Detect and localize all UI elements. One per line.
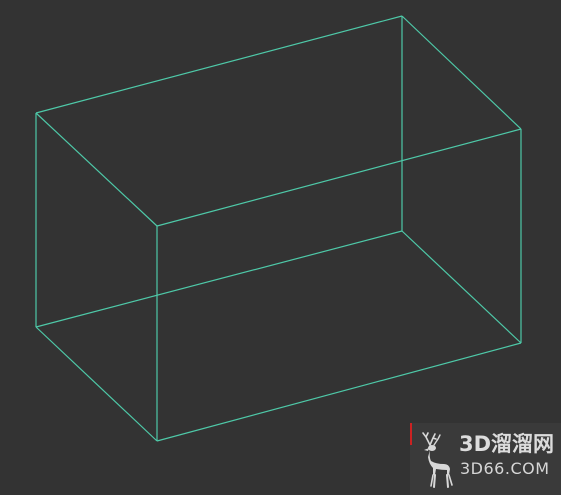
edge-bottom-left [35, 326, 158, 442]
deer-icon [422, 432, 453, 488]
edge-top-front [156, 128, 522, 227]
edge-top-left [35, 112, 158, 227]
viewport-3d[interactable]: 3D溜溜网 3D66.COM [0, 0, 561, 495]
red-marker [410, 423, 412, 445]
watermark-subtitle: 3D66.COM [460, 459, 550, 478]
edge-top-right [401, 15, 522, 130]
edge-top-back [35, 15, 403, 114]
edge-bottom-right [401, 230, 522, 344]
edge-bottom-back [35, 230, 403, 328]
box-wireframe [35, 15, 522, 442]
watermark-title: 3D溜溜网 [459, 432, 555, 456]
watermark: 3D溜溜网 3D66.COM [410, 423, 561, 495]
